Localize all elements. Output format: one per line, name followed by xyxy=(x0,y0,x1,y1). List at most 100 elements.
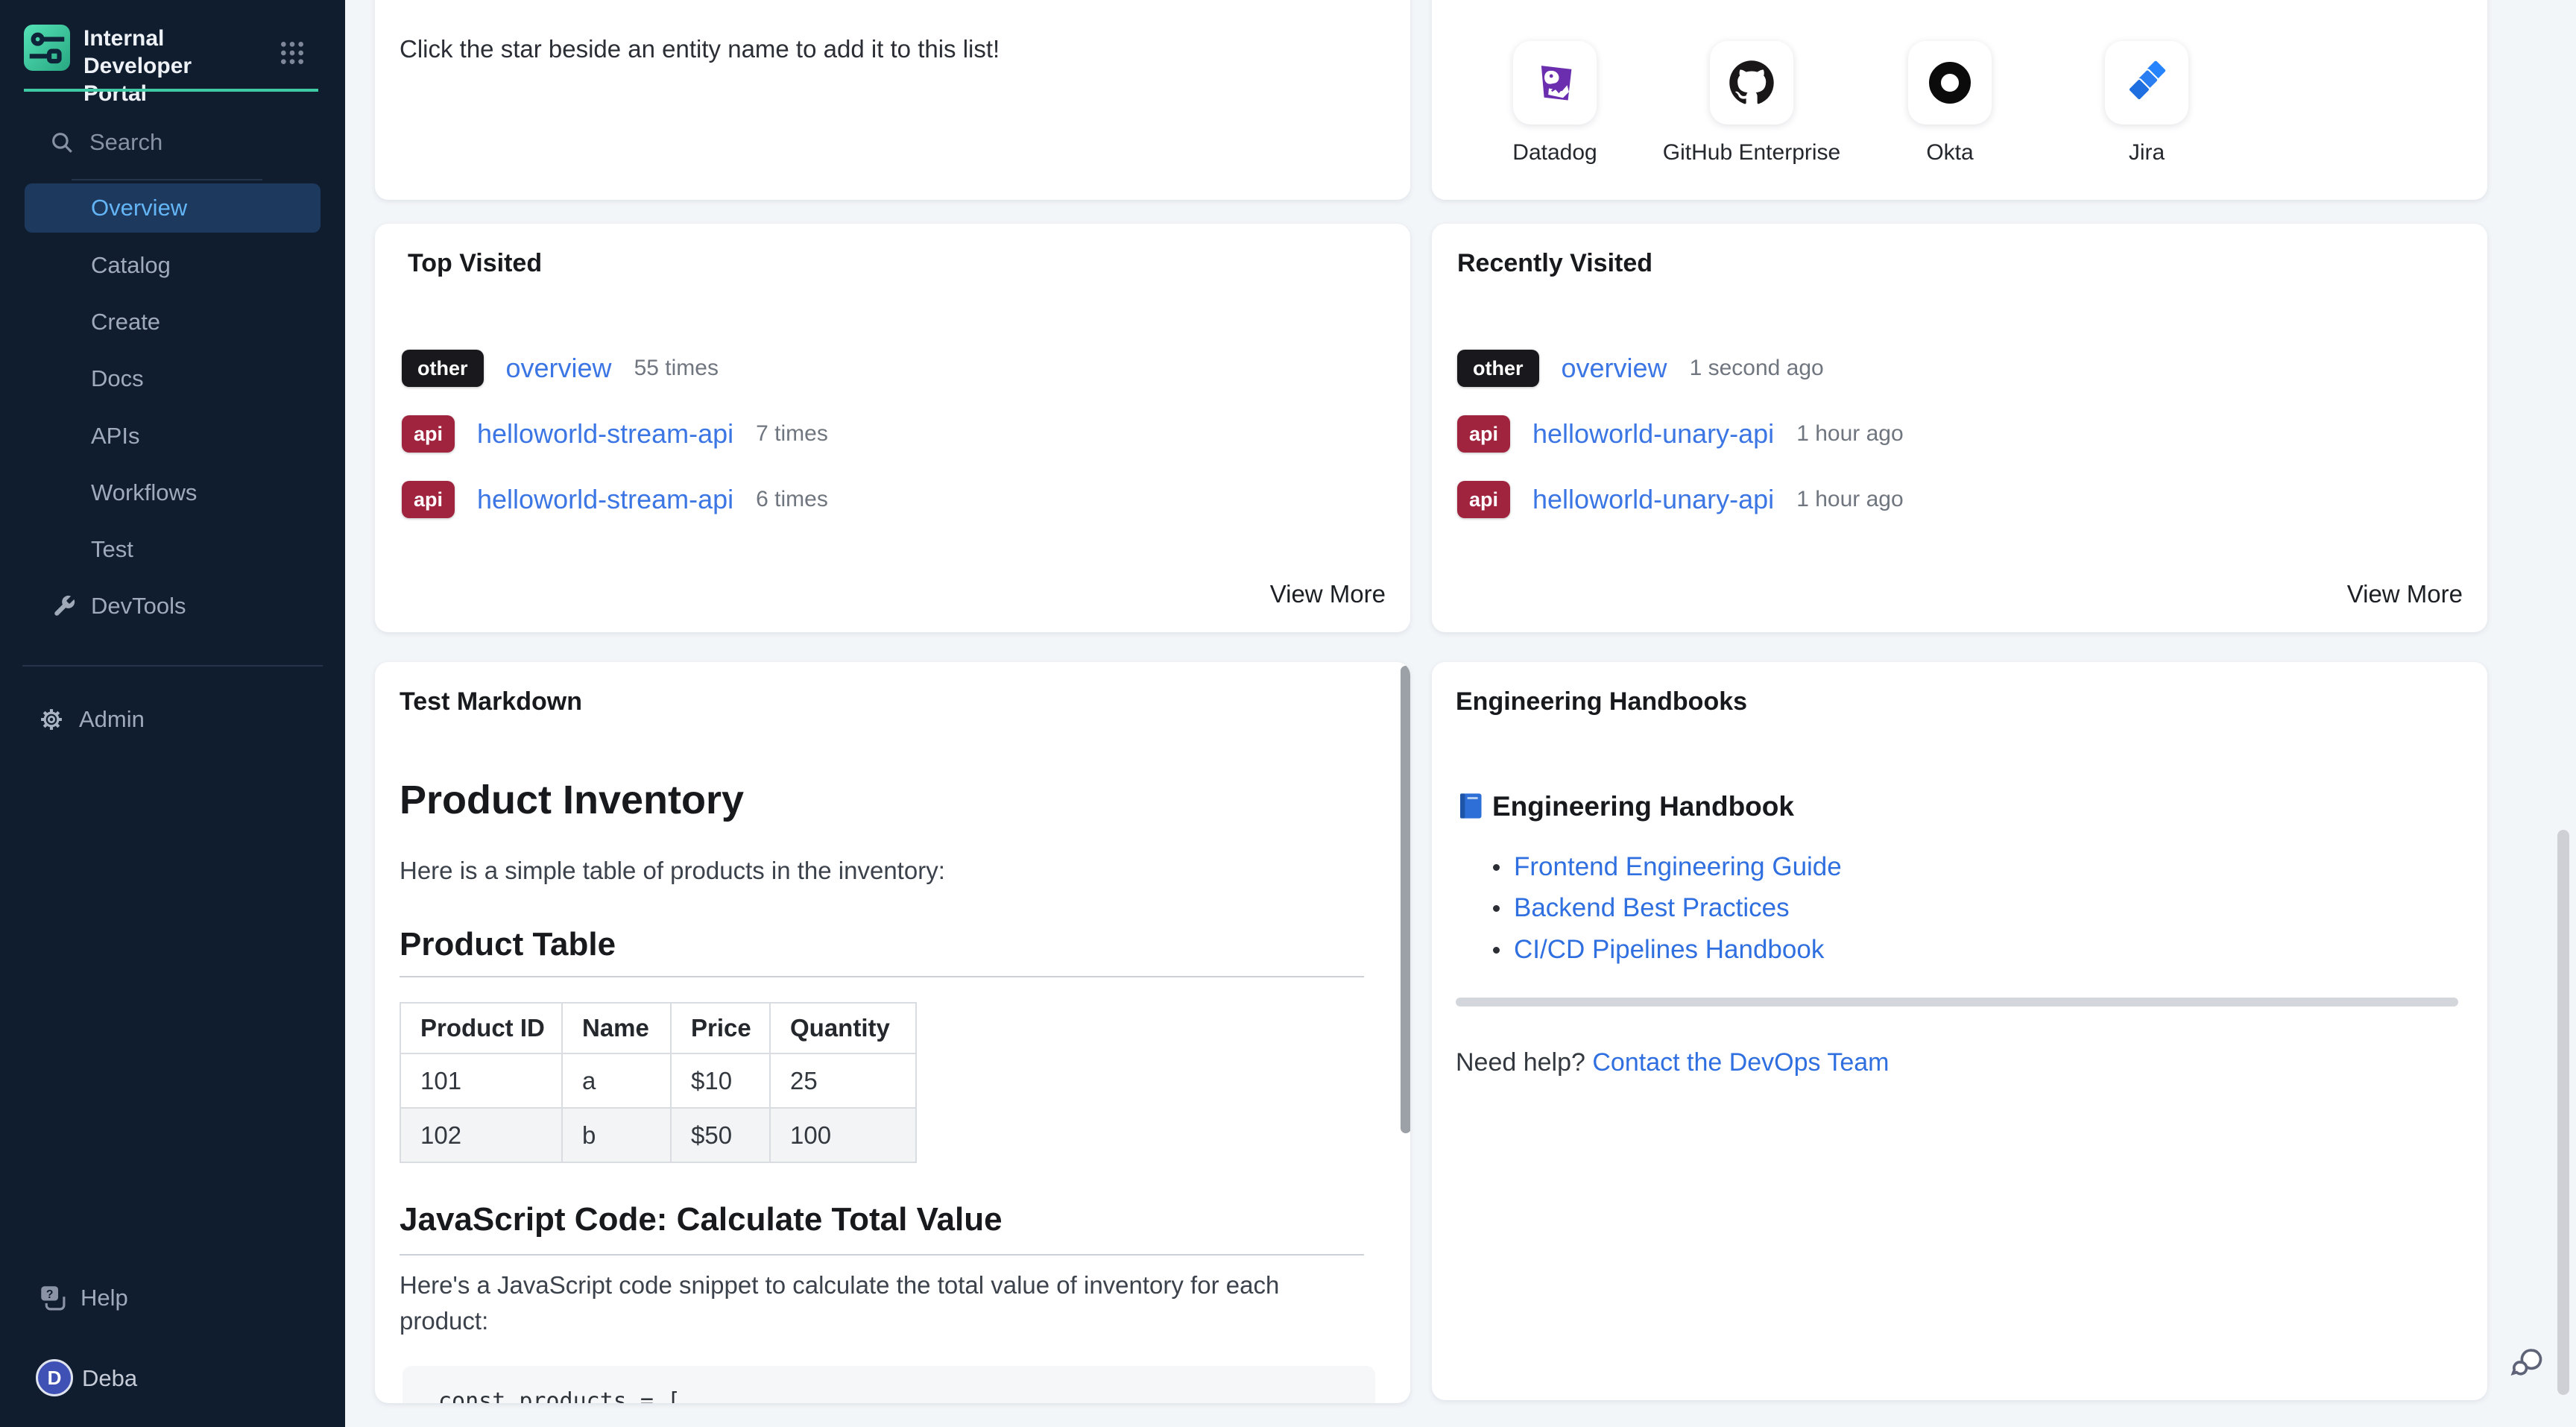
code-text: const products = [ xyxy=(438,1388,681,1403)
sidebar-search[interactable]: Search xyxy=(0,118,345,167)
list-item: Frontend Engineering Guide xyxy=(1493,850,1842,884)
visit-meta: 1 second ago xyxy=(1690,356,1824,381)
card-scrollbar-thumb[interactable] xyxy=(1401,666,1410,1133)
book-icon xyxy=(1455,790,1486,822)
visited-row: api helloworld-stream-api 6 times xyxy=(402,481,828,518)
sidebar: Internal Developer Portal Search xyxy=(0,0,345,1427)
starred-entities-card: Click the star beside an entity name to … xyxy=(375,0,1410,200)
bullet xyxy=(1493,864,1500,871)
table-header: Price xyxy=(671,1003,770,1053)
test-markdown-card: Test Markdown Product Inventory Here is … xyxy=(375,662,1410,1403)
sidebar-item-apis[interactable]: APIs xyxy=(25,412,321,461)
gear-icon xyxy=(37,705,66,734)
entity-link[interactable]: helloworld-stream-api xyxy=(477,484,733,515)
sidebar-item-help[interactable]: ? Help xyxy=(0,1273,345,1323)
github-icon xyxy=(1729,60,1775,106)
visited-row: api helloworld-unary-api 1 hour ago xyxy=(1457,481,1904,518)
entity-link[interactable]: helloworld-stream-api xyxy=(477,418,733,450)
tile-label-github: GitHub Enterprise xyxy=(1655,140,1849,166)
markdown-h2-code: JavaScript Code: Calculate Total Value xyxy=(400,1200,1003,1240)
contact-devops-link[interactable]: Contact the DevOps Team xyxy=(1592,1048,1889,1077)
list-item: CI/CD Pipelines Handbook xyxy=(1493,933,1824,967)
tile-github[interactable] xyxy=(1710,41,1793,125)
table-cell: 25 xyxy=(770,1053,916,1108)
table-cell: b xyxy=(562,1108,671,1162)
sidebar-item-create[interactable]: Create xyxy=(25,297,321,347)
apps-grid-icon[interactable] xyxy=(277,38,307,68)
table-cell: a xyxy=(562,1053,671,1108)
entity-link[interactable]: overview xyxy=(506,353,612,384)
kind-badge: api xyxy=(402,415,455,453)
need-help-line: Need help? Contact the DevOps Team xyxy=(1456,1048,1890,1077)
card-title: Test Markdown xyxy=(400,687,582,716)
admin-label: Admin xyxy=(79,705,145,734)
portal-logo xyxy=(24,25,70,71)
kind-badge: api xyxy=(402,481,455,518)
sidebar-item-docs[interactable]: Docs xyxy=(25,354,321,403)
chat-widget-icon[interactable] xyxy=(2507,1343,2546,1382)
table-cell: 101 xyxy=(400,1053,562,1108)
tile-datadog[interactable] xyxy=(1513,41,1597,125)
view-more-button[interactable]: View More xyxy=(1270,580,1386,608)
page-scrollbar-thumb[interactable] xyxy=(2557,830,2569,1395)
wrench-icon xyxy=(51,593,77,619)
visit-meta: 7 times xyxy=(756,421,828,447)
visited-row: other overview 55 times xyxy=(402,350,719,387)
product-table: Product ID Name Price Quantity 101 a $10… xyxy=(400,1002,917,1163)
visit-meta: 1 hour ago xyxy=(1796,487,1903,512)
table-cell: 102 xyxy=(400,1108,562,1162)
card-title: Engineering Handbooks xyxy=(1456,687,1747,716)
list-item: Backend Best Practices xyxy=(1493,891,1790,925)
card-title: Top Visited xyxy=(408,248,542,278)
recently-visited-card: Recently Visited other overview 1 second… xyxy=(1432,224,2487,632)
handbook-link[interactable]: Frontend Engineering Guide xyxy=(1514,852,1842,882)
okta-icon xyxy=(1928,60,1972,105)
table-header: Name xyxy=(562,1003,671,1053)
portal-title: Internal Developer Portal xyxy=(83,25,277,107)
sidebar-accent-rule xyxy=(24,89,318,92)
tile-label-okta: Okta xyxy=(1853,140,2047,166)
kind-badge: other xyxy=(402,350,484,387)
markdown-hr xyxy=(400,976,1364,977)
thick-divider xyxy=(1456,998,2458,1007)
sidebar-item-workflows[interactable]: Workflows xyxy=(25,468,321,517)
sidebar-item-devtools[interactable]: DevTools xyxy=(25,582,321,631)
starred-empty-message: Click the star beside an entity name to … xyxy=(400,33,1294,66)
markdown-code-intro: Here's a JavaScript code snippet to calc… xyxy=(400,1267,1354,1339)
entity-link[interactable]: helloworld-unary-api xyxy=(1532,418,1774,450)
sidebar-item-catalog[interactable]: Catalog xyxy=(25,241,321,290)
sidebar-item-test[interactable]: Test xyxy=(25,525,321,574)
table-cell: $10 xyxy=(671,1053,770,1108)
sidebar-item-label: Workflows xyxy=(91,479,197,505)
kind-badge: other xyxy=(1457,350,1539,387)
table-cell: $50 xyxy=(671,1108,770,1162)
pipeline-logo-icon xyxy=(24,25,70,71)
sidebar-user[interactable]: D Deba xyxy=(0,1354,345,1403)
sidebar-item-label: Overview xyxy=(91,195,187,221)
bullet xyxy=(1493,905,1500,912)
tile-label-jira: Jira xyxy=(2050,140,2244,166)
tile-jira[interactable] xyxy=(2105,41,2188,125)
sidebar-item-label: Test xyxy=(91,536,133,562)
sidebar-item-overview[interactable]: Overview xyxy=(25,183,321,233)
portal-title-line2: Portal xyxy=(83,80,277,107)
entity-link[interactable]: overview xyxy=(1562,353,1667,384)
kind-badge: api xyxy=(1457,481,1510,518)
avatar: D xyxy=(36,1359,73,1396)
sidebar-item-admin[interactable]: Admin xyxy=(0,695,345,744)
table-row: 101 a $10 25 xyxy=(400,1053,916,1108)
handbook-link[interactable]: Backend Best Practices xyxy=(1514,893,1790,923)
user-name: Deba xyxy=(82,1364,137,1393)
sidebar-item-label: Catalog xyxy=(91,252,171,278)
search-label: Search xyxy=(89,128,162,157)
sidebar-item-label: DevTools xyxy=(91,593,186,619)
help-label: Help xyxy=(80,1284,128,1312)
top-visited-card: Top Visited other overview 55 times api … xyxy=(375,224,1410,632)
tile-okta[interactable] xyxy=(1908,41,1992,125)
visit-meta: 6 times xyxy=(756,487,828,512)
handbook-link[interactable]: CI/CD Pipelines Handbook xyxy=(1514,935,1824,965)
engineering-handbooks-card: Engineering Handbooks Engineering Handbo… xyxy=(1432,662,2487,1400)
visit-meta: 1 hour ago xyxy=(1796,421,1903,447)
entity-link[interactable]: helloworld-unary-api xyxy=(1532,484,1774,515)
view-more-button[interactable]: View More xyxy=(2347,580,2463,608)
